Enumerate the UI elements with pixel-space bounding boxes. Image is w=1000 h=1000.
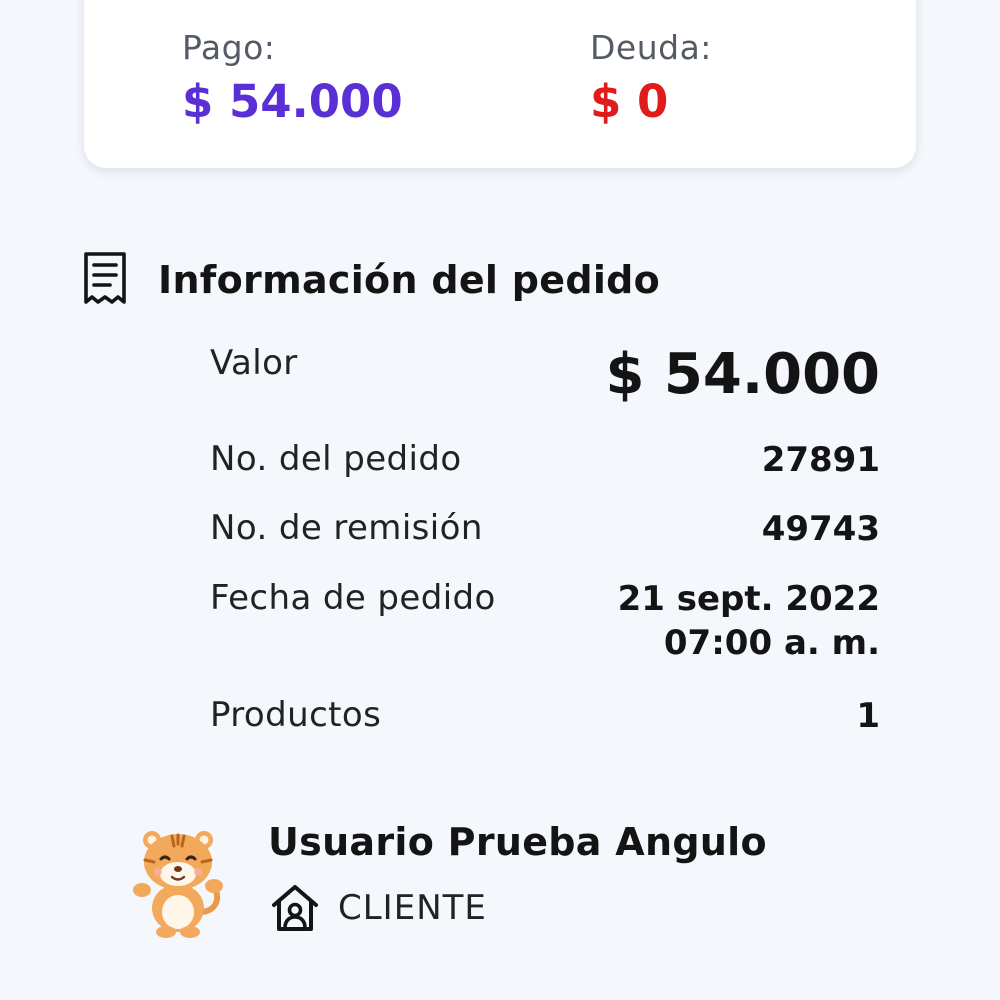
pedido-row: No. del pedido 27891 xyxy=(210,438,880,482)
productos-row: Productos 1 xyxy=(210,694,880,738)
remision-label: No. de remisión xyxy=(210,508,483,548)
user-block: Usuario Prueba Angulo CLIENTE xyxy=(128,812,888,952)
pago-label: Pago: xyxy=(182,28,276,67)
tiger-mascot-icon xyxy=(128,826,228,938)
valor-label: Valor xyxy=(210,343,298,383)
payment-summary-card: Pago: $ 54.000 Deuda: $ 0 xyxy=(84,0,916,168)
receipt-icon xyxy=(80,248,132,312)
valor-value: $ 54.000 xyxy=(605,342,880,407)
pedido-value: 27891 xyxy=(761,440,880,480)
fecha-time: 07:00 a. m. xyxy=(663,623,880,663)
deuda-summary: Deuda: $ 0 xyxy=(590,28,712,132)
fecha-value: 21 sept. 2022 07:00 a. m. xyxy=(618,577,880,665)
fecha-label: Fecha de pedido xyxy=(210,578,496,618)
house-user-icon xyxy=(268,880,324,936)
user-name: Usuario Prueba Angulo xyxy=(268,820,767,864)
order-info-title: Información del pedido xyxy=(158,258,661,302)
pago-summary: Pago: $ 54.000 xyxy=(182,28,403,132)
user-role: CLIENTE xyxy=(268,880,487,936)
productos-label: Productos xyxy=(210,695,382,735)
remision-value: 49743 xyxy=(761,509,880,549)
valor-row: Valor $ 54.000 xyxy=(210,342,880,406)
deuda-label: Deuda: xyxy=(590,28,712,67)
pedido-label: No. del pedido xyxy=(210,439,462,479)
fecha-row: Fecha de pedido 21 sept. 2022 07:00 a. m… xyxy=(210,577,880,665)
deuda-value: $ 0 xyxy=(590,75,669,128)
role-label: CLIENTE xyxy=(338,888,487,928)
remision-row: No. de remisión 49743 xyxy=(210,507,880,551)
productos-value: 1 xyxy=(856,696,880,736)
pago-value: $ 54.000 xyxy=(182,75,403,128)
fecha-date: 21 sept. 2022 xyxy=(617,579,880,619)
order-info-header: Información del pedido xyxy=(80,248,660,312)
